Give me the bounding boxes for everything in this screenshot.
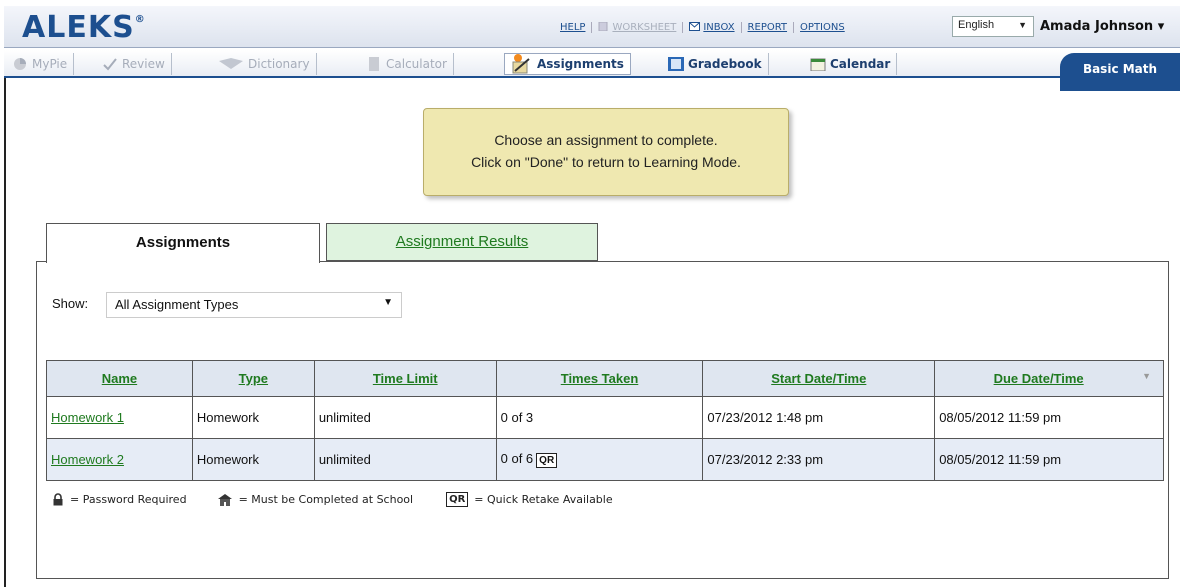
column-header-name[interactable]: Name — [46, 360, 193, 397]
envelope-icon — [689, 22, 701, 31]
worksheet-link: WORKSHEET — [592, 22, 684, 33]
cell-times-taken: 0 of 6 QR — [495, 438, 704, 481]
column-header-times-taken[interactable]: Times Taken — [495, 360, 704, 397]
cell-start: 07/23/2012 1:48 pm — [702, 396, 936, 439]
column-header-time-limit[interactable]: Time Limit — [313, 360, 497, 397]
calculator-icon — [369, 57, 379, 71]
assignment-link[interactable]: Homework 2 — [51, 452, 124, 467]
lock-icon — [53, 493, 63, 506]
book-icon — [219, 58, 243, 69]
assignments-table: Name Type Time Limit Times Taken Start D… — [46, 360, 1164, 481]
header-links: HELP WORKSHEET INBOX REPORT OPTIONS — [554, 22, 851, 33]
tab-assignments[interactable]: Assignments — [46, 223, 320, 263]
tool-assignments[interactable]: Assignments — [504, 53, 631, 75]
cell-name: Homework 1 — [46, 396, 193, 439]
tab-assignment-results[interactable]: Assignment Results — [326, 223, 598, 261]
worksheet-icon — [598, 22, 608, 31]
instruction-message: Choose an assignment to complete. Click … — [423, 108, 789, 196]
assignment-type-select[interactable]: All Assignment Types ▼ — [106, 292, 402, 318]
column-header-start[interactable]: Start Date/Time — [702, 360, 936, 397]
cell-time-limit: unlimited — [313, 438, 497, 481]
table-row: Homework 1 Homework unlimited 0 of 3 07/… — [46, 396, 1164, 439]
report-link[interactable]: REPORT — [742, 22, 795, 33]
cell-start: 07/23/2012 2:33 pm — [702, 438, 936, 481]
toolbar: MyPie Review Dictionary Calculator Assig… — [4, 50, 1180, 78]
cell-times-taken: 0 of 3 — [495, 396, 704, 439]
column-header-due[interactable]: Due Date/Time ▼ — [934, 360, 1164, 397]
assignments-icon — [512, 54, 530, 74]
cell-type: Homework — [191, 438, 315, 481]
show-label: Show: — [52, 296, 89, 311]
quick-retake-icon: QR — [446, 492, 469, 507]
cell-type: Homework — [191, 396, 315, 439]
help-link[interactable]: HELP — [554, 22, 593, 33]
table-row: Homework 2 Homework unlimited 0 of 6 QR 0… — [46, 438, 1164, 481]
legend-quick-retake: = Quick Retake Available — [474, 493, 613, 506]
tool-calendar[interactable]: Calendar — [804, 53, 898, 75]
aleks-window: ALEKS® HELP WORKSHEET INBOX REPORT OPTIO… — [0, 0, 1184, 587]
message-line-2: Click on "Done" to return to Learning Mo… — [471, 154, 741, 170]
cell-due: 08/05/2012 11:59 pm — [934, 396, 1164, 439]
legend: = Password Required = Must be Completed … — [52, 492, 613, 507]
legend-password: = Password Required — [70, 493, 187, 506]
tool-mypie: MyPie — [6, 53, 75, 75]
content-border — [4, 78, 6, 587]
cell-due: 08/05/2012 11:59 pm — [934, 438, 1164, 481]
tool-dictionary: Dictionary — [212, 53, 317, 75]
table-header-row: Name Type Time Limit Times Taken Start D… — [46, 360, 1164, 397]
tool-gradebook[interactable]: Gradebook — [662, 53, 769, 75]
tool-calculator: Calculator — [360, 53, 454, 75]
pie-icon — [14, 58, 26, 70]
options-link[interactable]: OPTIONS — [794, 22, 851, 33]
assignment-link[interactable]: Homework 1 — [51, 410, 124, 425]
quick-retake-badge[interactable]: QR — [536, 452, 558, 468]
language-select[interactable]: English ▼ — [952, 16, 1034, 37]
column-header-type[interactable]: Type — [191, 360, 315, 397]
calendar-icon — [810, 58, 826, 71]
user-menu[interactable]: Amada Johnson ▾ — [1040, 19, 1164, 34]
message-line-1: Choose an assignment to complete. — [494, 132, 718, 148]
aleks-logo: ALEKS® — [22, 10, 146, 45]
header-bar: ALEKS® HELP WORKSHEET INBOX REPORT OPTIO… — [4, 6, 1180, 48]
chevron-down-icon: ▼ — [383, 297, 393, 308]
inbox-link[interactable]: INBOX — [683, 22, 742, 33]
course-tab[interactable]: Basic Math — [1060, 53, 1180, 91]
gradebook-icon — [668, 57, 684, 71]
cell-time-limit: unlimited — [313, 396, 497, 439]
cell-name: Homework 2 — [46, 438, 193, 481]
legend-school: = Must be Completed at School — [238, 493, 414, 506]
school-icon — [217, 493, 232, 506]
sort-icon[interactable]: ▼ — [1142, 371, 1151, 381]
check-icon — [103, 58, 117, 71]
chevron-down-icon: ▼ — [1018, 20, 1027, 30]
tool-review: Review — [96, 53, 172, 75]
